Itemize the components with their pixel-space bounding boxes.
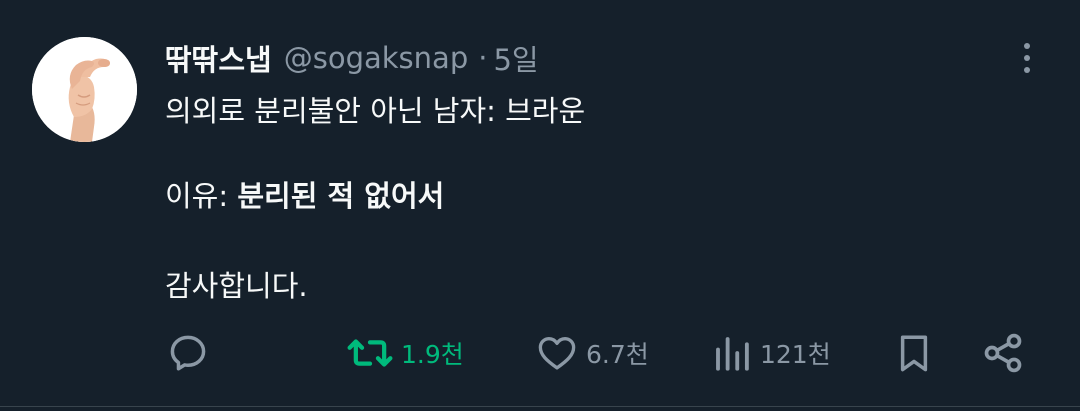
bookmark-icon bbox=[900, 335, 928, 372]
display-name[interactable]: 딲딲스냅 bbox=[165, 37, 272, 79]
tweet-text-line-3: 감사합니다. bbox=[165, 269, 308, 303]
timestamp[interactable]: 5일 bbox=[493, 37, 538, 79]
user-handle[interactable]: @sogaksnap bbox=[284, 41, 469, 75]
tweet-header: 딲딲스냅 @sogaksnap · 5일 bbox=[165, 38, 539, 78]
line2-bold-text: 분리된 적 없어서 bbox=[237, 179, 445, 213]
avatar[interactable] bbox=[32, 37, 137, 142]
like-count: 6.7천 bbox=[586, 340, 649, 369]
reply-bubble-icon bbox=[170, 335, 206, 371]
retweet-count: 1.9천 bbox=[401, 340, 464, 369]
hand-pinch-icon bbox=[32, 37, 137, 142]
retweet-icon bbox=[347, 339, 393, 367]
tweet-text-line-2: 이유: 분리된 적 없어서 bbox=[165, 173, 444, 215]
heart-icon bbox=[538, 336, 576, 370]
share-button[interactable] bbox=[981, 328, 1025, 378]
tweet-card[interactable]: 딲딲스냅 @sogaksnap · 5일 의외로 분리불안 아닌 남자: 브라운… bbox=[0, 0, 1080, 411]
views-bar-chart-icon bbox=[716, 337, 749, 371]
views-count: 121천 bbox=[760, 340, 831, 369]
more-vertical-icon[interactable] bbox=[1010, 40, 1044, 76]
action-bar: 1.9천 6.7천 121천 bbox=[0, 328, 1080, 378]
bookmark-button[interactable] bbox=[893, 328, 935, 378]
views-button[interactable]: 121천 bbox=[712, 328, 831, 378]
separator-dot: · bbox=[478, 41, 488, 75]
tweet-text-line-1: 의외로 분리불안 아닌 남자: 브라운 bbox=[165, 94, 586, 128]
divider bbox=[0, 406, 1080, 407]
like-button[interactable]: 6.7천 bbox=[536, 328, 649, 378]
reply-button[interactable] bbox=[166, 328, 218, 378]
retweet-button[interactable]: 1.9천 bbox=[347, 328, 464, 378]
share-icon bbox=[984, 333, 1022, 373]
line2-prefix: 이유: bbox=[165, 179, 238, 213]
